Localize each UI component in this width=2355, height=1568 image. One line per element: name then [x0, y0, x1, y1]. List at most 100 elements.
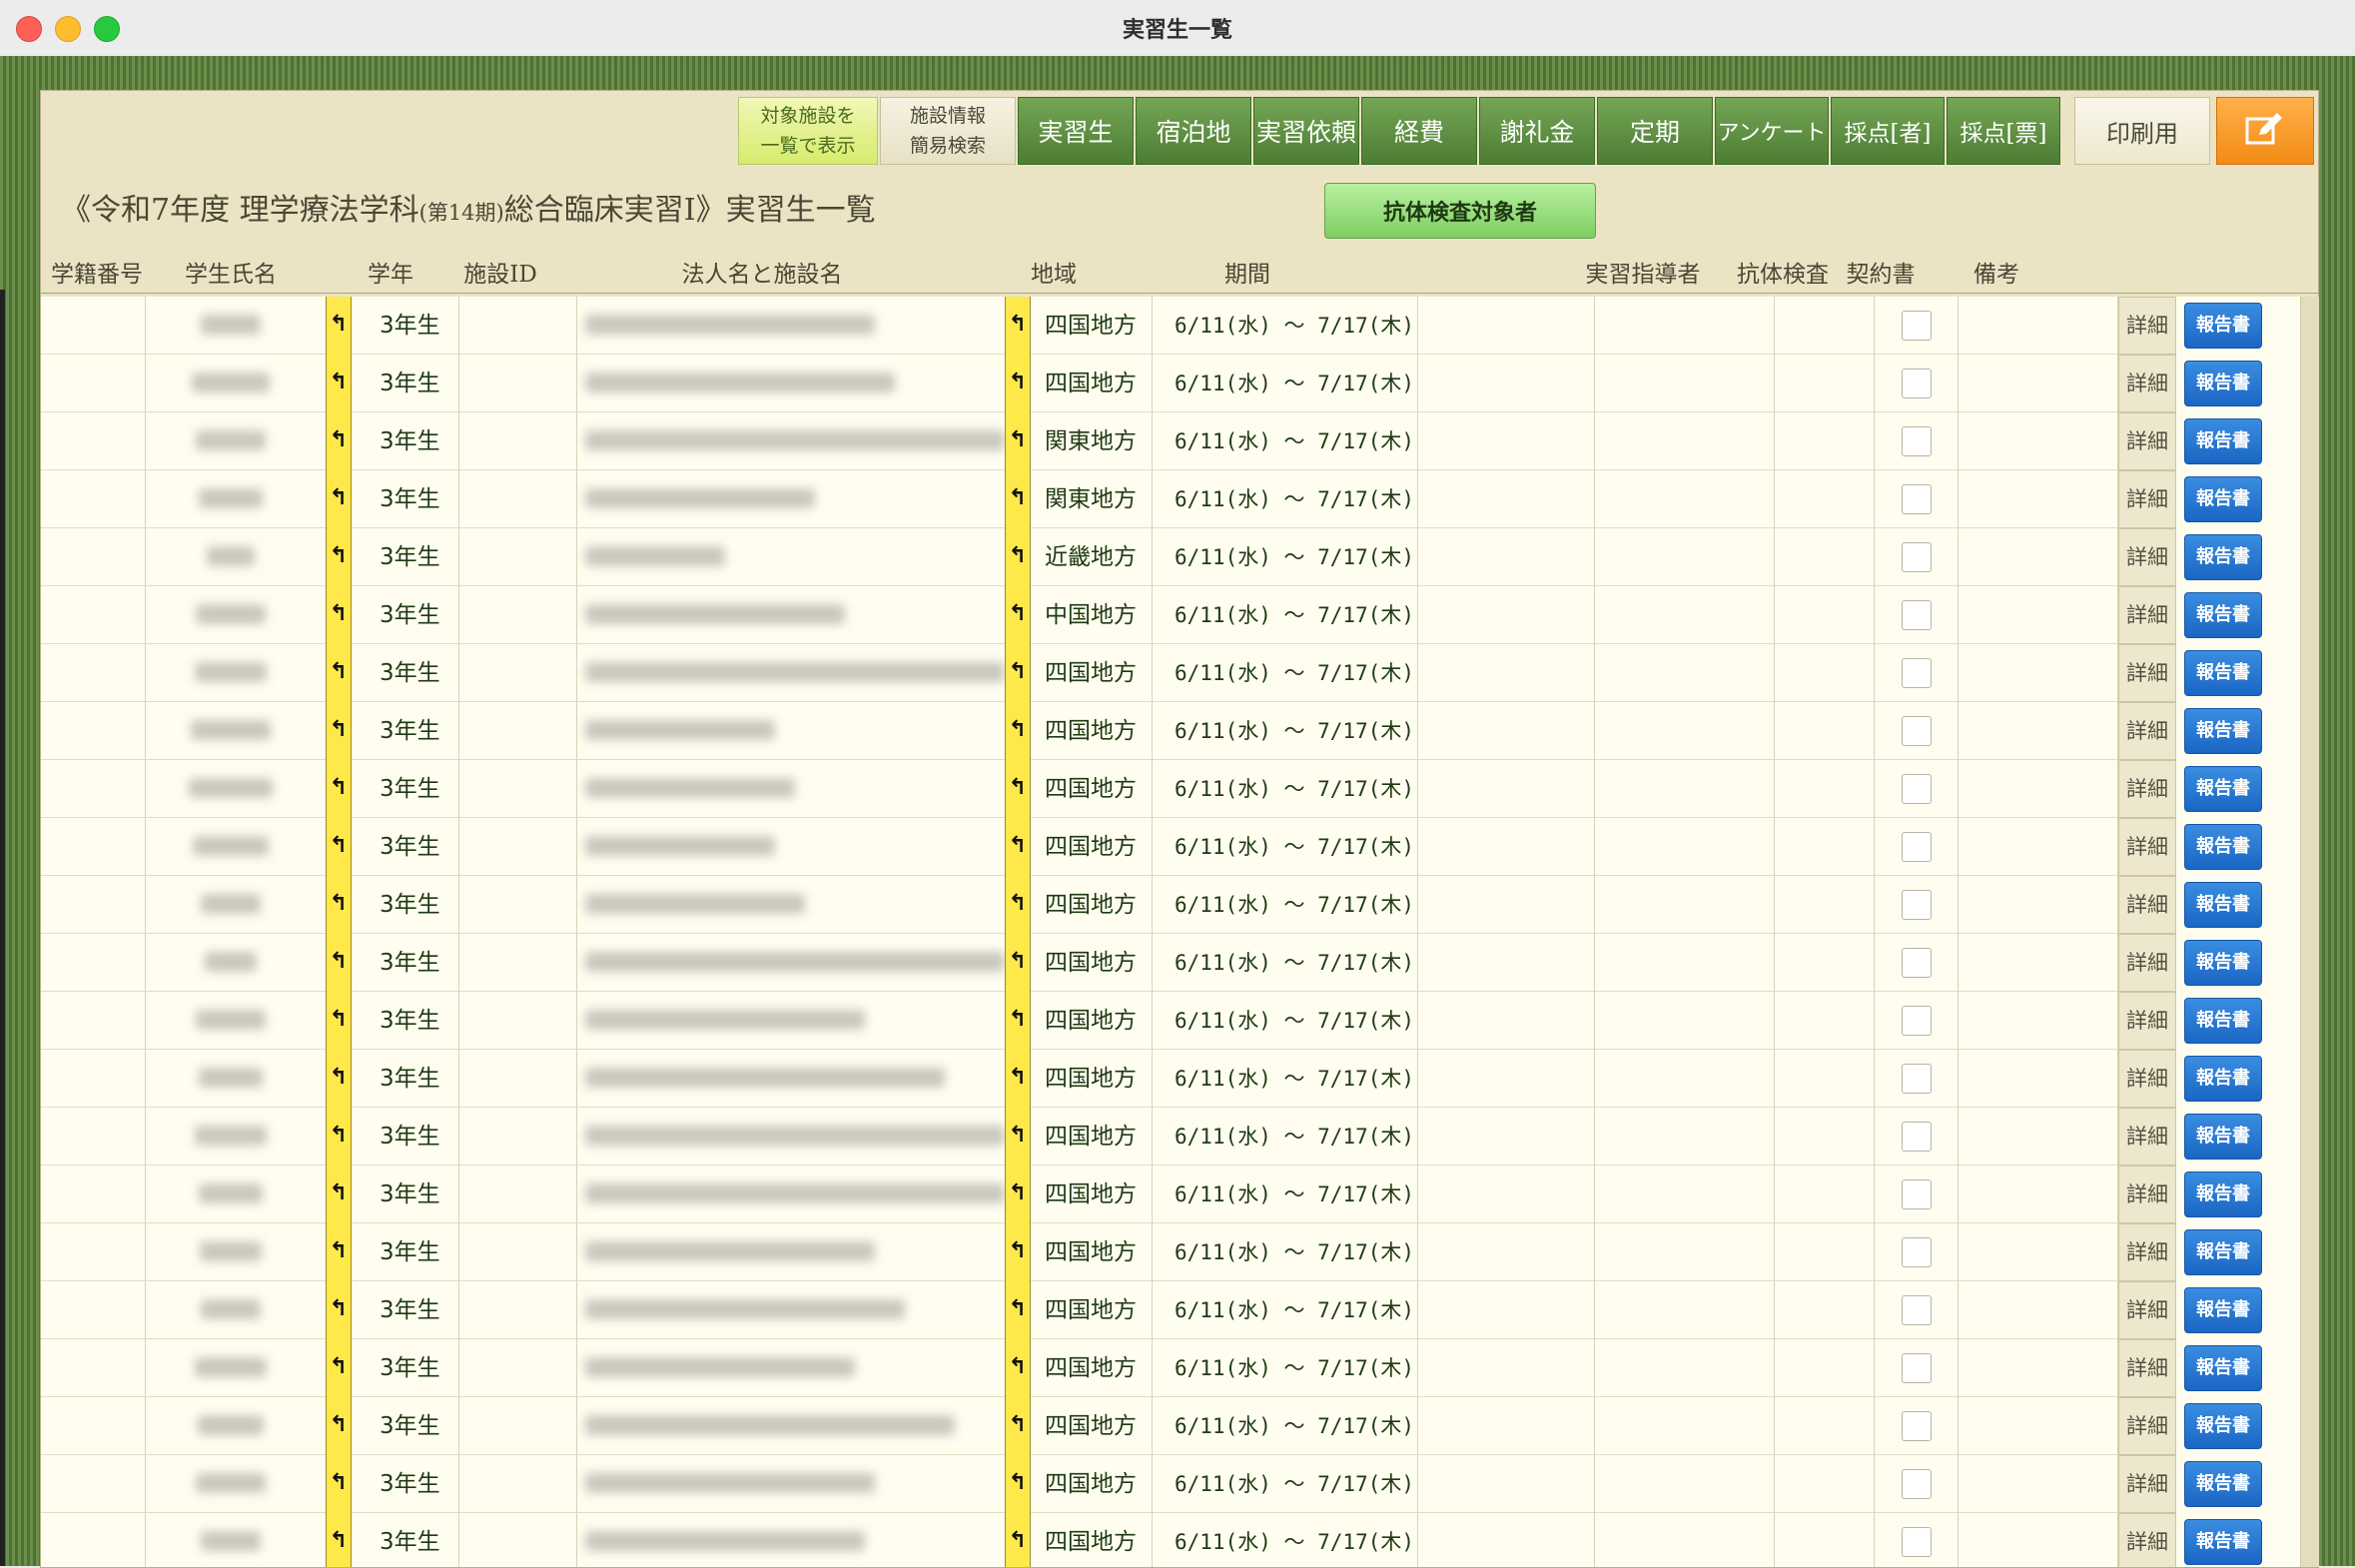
- contract-checkbox[interactable]: [1902, 948, 1932, 978]
- facility-jump-button[interactable]: ↰: [1005, 1397, 1031, 1455]
- student-jump-button[interactable]: ↰: [326, 934, 352, 992]
- report-button[interactable]: 報告書: [2184, 1287, 2262, 1333]
- tab-commuter-pass[interactable]: 定期: [1597, 97, 1713, 165]
- table-row[interactable]: ↰ 3年生 ↰ 四国地方 6/11(水) 〜 7/17(木) 詳細 報告書: [41, 1513, 2300, 1567]
- student-jump-button[interactable]: ↰: [326, 1455, 352, 1513]
- facility-jump-button[interactable]: ↰: [1005, 1339, 1031, 1397]
- report-button[interactable]: 報告書: [2184, 1172, 2262, 1217]
- contract-checkbox[interactable]: [1902, 369, 1932, 398]
- contract-checkbox[interactable]: [1902, 774, 1932, 804]
- report-button[interactable]: 報告書: [2184, 1345, 2262, 1391]
- facility-jump-button[interactable]: ↰: [1005, 470, 1031, 528]
- student-jump-button[interactable]: ↰: [326, 1339, 352, 1397]
- detail-button[interactable]: 詳細: [2118, 586, 2176, 644]
- detail-button[interactable]: 詳細: [2118, 470, 2176, 528]
- detail-button[interactable]: 詳細: [2118, 644, 2176, 702]
- table-row[interactable]: ↰ 3年生 ↰ 四国地方 6/11(水) 〜 7/17(木) 詳細 報告書: [41, 1455, 2300, 1513]
- student-jump-button[interactable]: ↰: [326, 528, 352, 586]
- contract-checkbox[interactable]: [1902, 832, 1932, 862]
- table-row[interactable]: ↰ 3年生 ↰ 四国地方 6/11(水) 〜 7/17(木) 詳細 報告書: [41, 992, 2300, 1050]
- detail-button[interactable]: 詳細: [2118, 818, 2176, 876]
- contract-checkbox[interactable]: [1902, 1179, 1932, 1209]
- student-jump-button[interactable]: ↰: [326, 1513, 352, 1567]
- report-button[interactable]: 報告書: [2184, 361, 2262, 406]
- detail-button[interactable]: 詳細: [2118, 1397, 2176, 1455]
- tab-requests[interactable]: 実習依頼: [1253, 97, 1359, 165]
- facility-jump-button[interactable]: ↰: [1005, 297, 1031, 355]
- tab-scoring-sheet[interactable]: 採点[票]: [1947, 97, 2060, 165]
- student-jump-button[interactable]: ↰: [326, 1108, 352, 1166]
- detail-button[interactable]: 詳細: [2118, 1455, 2176, 1513]
- student-jump-button[interactable]: ↰: [326, 355, 352, 412]
- facility-jump-button[interactable]: ↰: [1005, 1108, 1031, 1166]
- report-button[interactable]: 報告書: [2184, 476, 2262, 522]
- student-jump-button[interactable]: ↰: [326, 1050, 352, 1108]
- table-row[interactable]: ↰ 3年生 ↰ 四国地方 6/11(水) 〜 7/17(木) 詳細 報告書: [41, 1108, 2300, 1166]
- detail-button[interactable]: 詳細: [2118, 1339, 2176, 1397]
- facility-jump-button[interactable]: ↰: [1005, 702, 1031, 760]
- facility-jump-button[interactable]: ↰: [1005, 412, 1031, 470]
- report-button[interactable]: 報告書: [2184, 824, 2262, 870]
- contract-checkbox[interactable]: [1902, 658, 1932, 688]
- contract-checkbox[interactable]: [1902, 1237, 1932, 1267]
- student-jump-button[interactable]: ↰: [326, 644, 352, 702]
- facility-search-button[interactable]: 施設情報 簡易検索: [880, 97, 1016, 165]
- student-jump-button[interactable]: ↰: [326, 760, 352, 818]
- table-row[interactable]: ↰ 3年生 ↰ 四国地方 6/11(水) 〜 7/17(木) 詳細 報告書: [41, 644, 2300, 702]
- table-row[interactable]: ↰ 3年生 ↰ 四国地方 6/11(水) 〜 7/17(木) 詳細 報告書: [41, 1166, 2300, 1223]
- report-button[interactable]: 報告書: [2184, 940, 2262, 986]
- student-jump-button[interactable]: ↰: [326, 470, 352, 528]
- contract-checkbox[interactable]: [1902, 1353, 1932, 1383]
- facility-jump-button[interactable]: ↰: [1005, 934, 1031, 992]
- student-jump-button[interactable]: ↰: [326, 297, 352, 355]
- facility-jump-button[interactable]: ↰: [1005, 818, 1031, 876]
- contract-checkbox[interactable]: [1902, 890, 1932, 920]
- detail-button[interactable]: 詳細: [2118, 760, 2176, 818]
- facility-jump-button[interactable]: ↰: [1005, 528, 1031, 586]
- report-button[interactable]: 報告書: [2184, 1519, 2262, 1565]
- detail-button[interactable]: 詳細: [2118, 1050, 2176, 1108]
- detail-button[interactable]: 詳細: [2118, 1281, 2176, 1339]
- contract-checkbox[interactable]: [1902, 1469, 1932, 1499]
- facility-jump-button[interactable]: ↰: [1005, 1166, 1031, 1223]
- antibody-targets-button[interactable]: 抗体検査対象者: [1324, 183, 1596, 239]
- contract-checkbox[interactable]: [1902, 716, 1932, 746]
- report-button[interactable]: 報告書: [2184, 1461, 2262, 1507]
- report-button[interactable]: 報告書: [2184, 1114, 2262, 1160]
- table-row[interactable]: ↰ 3年生 ↰ 中国地方 6/11(水) 〜 7/17(木) 詳細 報告書: [41, 586, 2300, 644]
- facility-jump-button[interactable]: ↰: [1005, 586, 1031, 644]
- detail-button[interactable]: 詳細: [2118, 992, 2176, 1050]
- contract-checkbox[interactable]: [1902, 426, 1932, 456]
- facility-jump-button[interactable]: ↰: [1005, 876, 1031, 934]
- print-button[interactable]: 印刷用: [2074, 97, 2210, 165]
- student-jump-button[interactable]: ↰: [326, 1397, 352, 1455]
- student-jump-button[interactable]: ↰: [326, 876, 352, 934]
- facility-jump-button[interactable]: ↰: [1005, 1513, 1031, 1567]
- edit-button[interactable]: [2216, 97, 2314, 165]
- contract-checkbox[interactable]: [1902, 1411, 1932, 1441]
- table-row[interactable]: ↰ 3年生 ↰ 四国地方 6/11(水) 〜 7/17(木) 詳細 報告書: [41, 1223, 2300, 1281]
- tab-expenses[interactable]: 経費: [1361, 97, 1477, 165]
- report-button[interactable]: 報告書: [2184, 766, 2262, 812]
- report-button[interactable]: 報告書: [2184, 418, 2262, 464]
- facility-jump-button[interactable]: ↰: [1005, 644, 1031, 702]
- contract-checkbox[interactable]: [1902, 1527, 1932, 1557]
- table-row[interactable]: ↰ 3年生 ↰ 四国地方 6/11(水) 〜 7/17(木) 詳細 報告書: [41, 818, 2300, 876]
- facility-jump-button[interactable]: ↰: [1005, 760, 1031, 818]
- table-row[interactable]: ↰ 3年生 ↰ 四国地方 6/11(水) 〜 7/17(木) 詳細 報告書: [41, 934, 2300, 992]
- student-jump-button[interactable]: ↰: [326, 992, 352, 1050]
- facility-jump-button[interactable]: ↰: [1005, 992, 1031, 1050]
- student-jump-button[interactable]: ↰: [326, 586, 352, 644]
- show-facilities-button[interactable]: 対象施設を 一覧で表示: [738, 97, 878, 165]
- report-button[interactable]: 報告書: [2184, 998, 2262, 1044]
- student-jump-button[interactable]: ↰: [326, 702, 352, 760]
- tab-students[interactable]: 実習生: [1018, 97, 1134, 165]
- detail-button[interactable]: 詳細: [2118, 1223, 2176, 1281]
- report-button[interactable]: 報告書: [2184, 1056, 2262, 1102]
- table-row[interactable]: ↰ 3年生 ↰ 四国地方 6/11(水) 〜 7/17(木) 詳細 報告書: [41, 1050, 2300, 1108]
- contract-checkbox[interactable]: [1902, 1295, 1932, 1325]
- table-row[interactable]: ↰ 3年生 ↰ 四国地方 6/11(水) 〜 7/17(木) 詳細 報告書: [41, 876, 2300, 934]
- report-button[interactable]: 報告書: [2184, 882, 2262, 928]
- table-row[interactable]: ↰ 3年生 ↰ 四国地方 6/11(水) 〜 7/17(木) 詳細 報告書: [41, 1281, 2300, 1339]
- tab-lodging[interactable]: 宿泊地: [1136, 97, 1251, 165]
